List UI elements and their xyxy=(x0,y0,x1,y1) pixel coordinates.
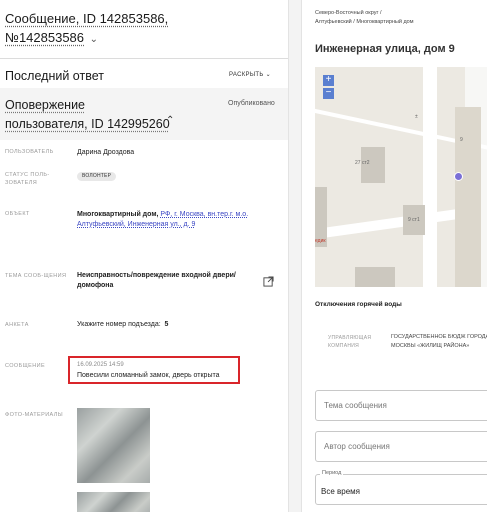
company-label: УПРАВЛЯЮЩАЯ КОМПАНИЯ xyxy=(328,335,372,349)
photo-thumbnail[interactable] xyxy=(77,492,150,512)
message-label: СООБЩЕНИЕ xyxy=(5,363,46,369)
topic-filter-input[interactable]: Тема сообщения xyxy=(315,390,487,421)
panel-splitter xyxy=(288,0,302,512)
notification-header[interactable]: Оповержение пользователя, ID 142995260 ⌃… xyxy=(0,88,288,140)
location-marker-icon[interactable] xyxy=(454,172,463,181)
topic-label: ТЕМА СООБ-ЩЕНИЯ xyxy=(5,273,67,279)
photo-thumbnail[interactable] xyxy=(77,408,150,483)
topic-value: Неисправность/повреждение входной двери/… xyxy=(77,272,236,289)
map[interactable]: + − 27 ст2 9 9 ст1 едик ± xyxy=(315,67,487,287)
message-date: 16.09.2025 14:59 xyxy=(77,362,124,368)
outage-heading: Отключения горячей воды xyxy=(315,301,402,308)
map-label: 9 xyxy=(460,137,463,143)
company-value: ГОСУДАРСТВЕННОЕ БЮДЖ ГОРОДА МОСКВЫ «ЖИЛИ… xyxy=(391,334,487,349)
request-title[interactable]: Сообщение, ID 142853586, №142853586 ⌄ xyxy=(5,9,275,49)
building-panel: Северо-Восточный округ / Алтуфьевский / … xyxy=(302,0,487,512)
map-label: 27 ст2 xyxy=(355,160,370,166)
author-filter-input[interactable]: Автор сообщения xyxy=(315,431,487,462)
object-label: ОБЪЕКТ xyxy=(5,211,30,217)
last-reply-heading: Последний ответ xyxy=(5,69,104,83)
period-select[interactable]: Период Все время xyxy=(315,470,487,505)
status-badge: Опубликовано xyxy=(228,100,275,107)
user-value: Дарина Дроздова xyxy=(77,149,135,156)
external-link-icon[interactable] xyxy=(263,276,274,287)
breadcrumb: Северо-Восточный округ / Алтуфьевский / … xyxy=(315,10,414,25)
request-panel: Сообщение, ID 142853586, №142853586 ⌄ По… xyxy=(0,0,288,512)
form-label: АНКЕТА xyxy=(5,322,29,328)
map-label: едик xyxy=(315,238,326,244)
request-title-line1: Сообщение, ID 142853586, xyxy=(5,11,169,26)
user-status-label: СТАТУС ПОЛЬ-ЗОВАТЕЛЯ xyxy=(5,172,50,186)
message-highlight xyxy=(68,356,240,384)
divider xyxy=(0,58,288,59)
map-label: ± xyxy=(415,114,418,120)
photos-label: ФОТО-МАТЕРИАЛЫ xyxy=(5,412,64,418)
map-label: 9 ст1 xyxy=(408,217,420,223)
form-value: Укажите номер подъезда: 5 xyxy=(77,321,169,328)
message-text: Повесили сломанный замок, дверь открыта xyxy=(77,372,220,379)
zoom-out-button[interactable]: − xyxy=(323,88,334,99)
expand-button[interactable]: РАСКРЫТЬ ⌄ xyxy=(229,71,271,78)
object-value: Многоквартирный дом, РФ, г. Москва, вн.т… xyxy=(77,211,249,228)
chevron-up-icon[interactable]: ⌃ xyxy=(166,115,174,126)
user-label: ПОЛЬЗОВАТЕЛЬ xyxy=(5,149,54,155)
user-status-badge: ВОЛОНТЕР xyxy=(77,172,117,181)
request-title-line2: №142853586 xyxy=(5,30,85,45)
notification-title: Оповержение пользователя, ID 142995260 xyxy=(5,98,170,131)
chevron-down-icon[interactable]: ⌄ xyxy=(90,30,98,49)
address-title: Инженерная улица, дом 9 xyxy=(315,43,455,55)
zoom-in-button[interactable]: + xyxy=(323,75,334,86)
